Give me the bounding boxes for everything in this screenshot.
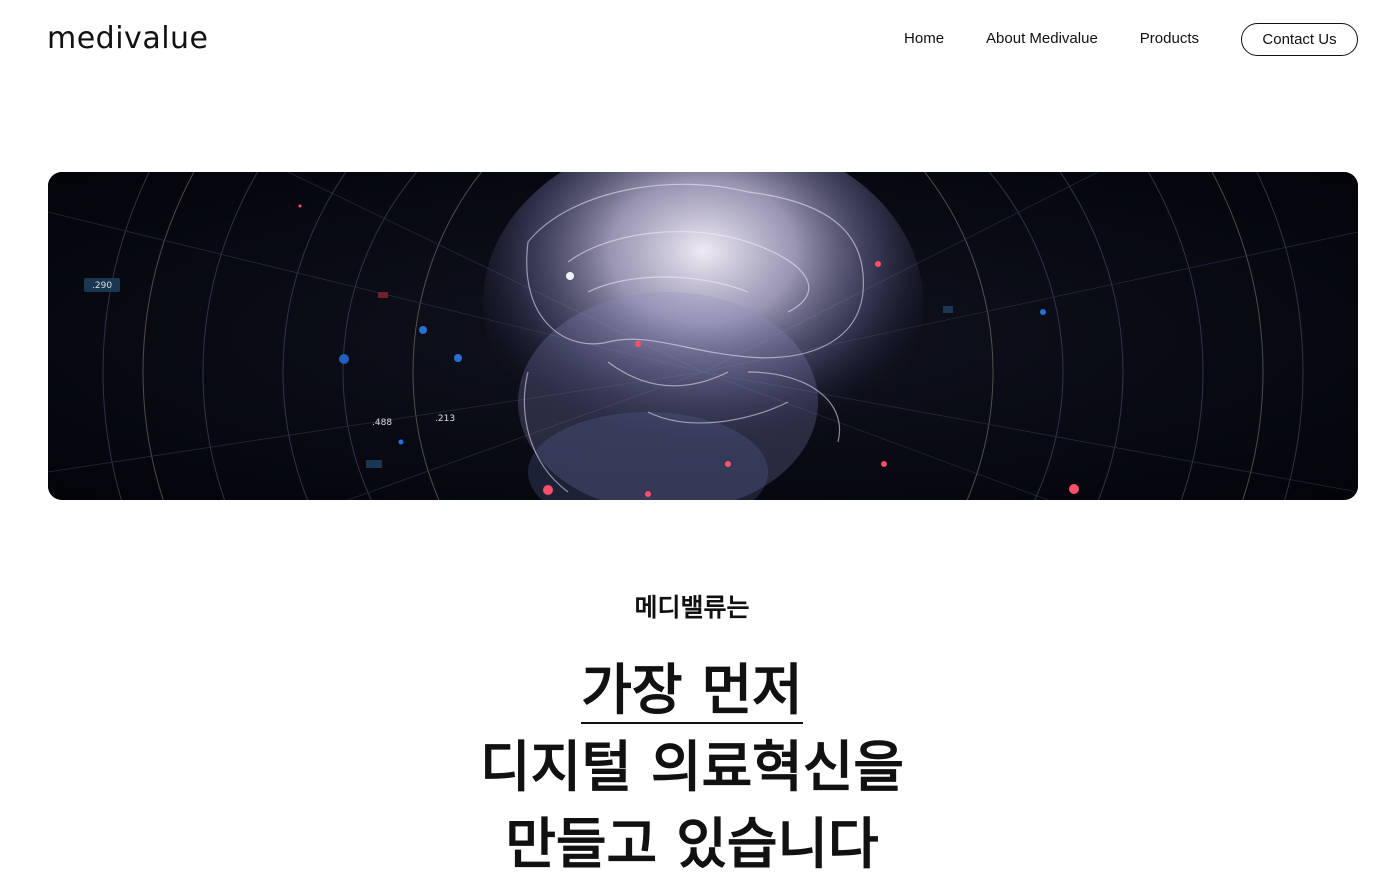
hero-readout: .488 xyxy=(372,418,393,428)
hero-image xyxy=(48,172,1358,500)
intro-section: 메디밸류는 가장 먼저 디지털 의료혁신을 만들고 있습니다 xyxy=(0,588,1384,883)
nav-about[interactable]: About Medivalue xyxy=(986,22,1098,56)
headline-line-2: 디지털 의료혁신을 xyxy=(480,735,904,799)
headline-line-1: 가장 먼저 xyxy=(581,658,803,724)
hero-readout: .213 xyxy=(435,414,456,424)
hero-banner: .290 .488 .213 xyxy=(48,172,1358,500)
nav-home[interactable]: Home xyxy=(904,22,944,56)
intro-headline: 가장 먼저 디지털 의료혁신을 만들고 있습니다 xyxy=(0,652,1384,883)
headline-line-3: 만들고 있습니다 xyxy=(505,812,879,876)
page: medivalue Home About Medivalue Products … xyxy=(0,0,1384,891)
logo[interactable]: medivalue xyxy=(47,20,209,58)
hero-readout: .290 xyxy=(92,281,113,291)
intro-subtitle: 메디밸류는 xyxy=(634,593,750,622)
site-header: medivalue Home About Medivalue Products … xyxy=(0,0,1384,80)
main-nav: Home About Medivalue Products Contact Us xyxy=(904,22,1358,56)
nav-products[interactable]: Products xyxy=(1140,22,1199,56)
contact-us-button[interactable]: Contact Us xyxy=(1241,22,1358,56)
